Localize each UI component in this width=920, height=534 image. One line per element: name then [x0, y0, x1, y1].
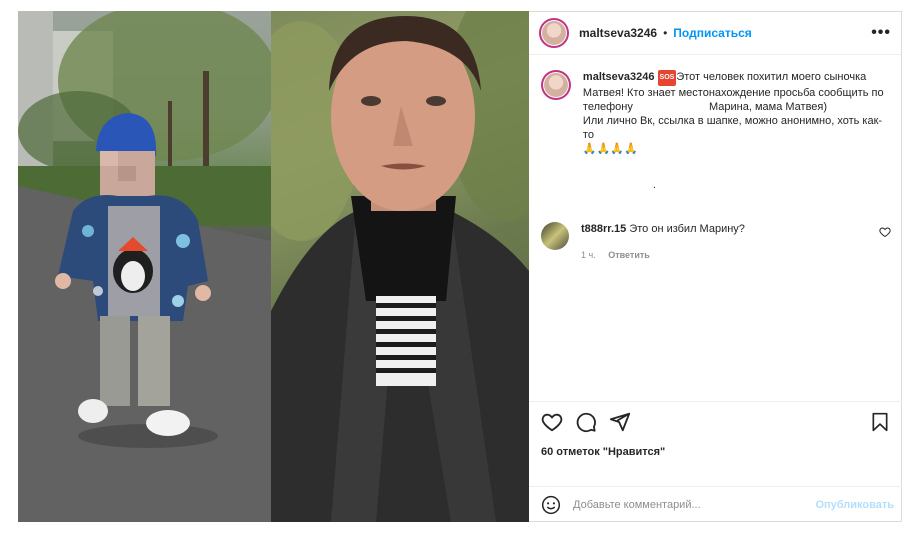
action-icons	[541, 410, 890, 434]
caption-avatar[interactable]	[541, 70, 571, 100]
add-comment-bar: Опубликовать	[529, 486, 902, 523]
comment-text: Это он избил Марину?	[629, 223, 745, 235]
child-photo	[18, 11, 271, 522]
post-image[interactable]	[18, 11, 529, 522]
post-actions: 60 отметок "Нравится"	[529, 401, 902, 473]
post-caption: maltseva3246 SOS Этот человек похитил мое…	[541, 70, 890, 192]
redacted-phone	[635, 100, 706, 110]
commenter-avatar[interactable]	[541, 222, 569, 250]
publish-button[interactable]: Опубликовать	[815, 499, 894, 511]
caption-line-2: Марина, мама Матвея)	[709, 101, 828, 113]
commenter-username[interactable]: t888rr.15	[581, 223, 626, 235]
comment-item: t888rr.15 Это он избил Марину? 1 ч. Отве…	[541, 222, 891, 262]
post-sidebar: maltseva3246 • Подписаться ••• maltseva3…	[529, 11, 902, 522]
share-icon[interactable]	[609, 411, 631, 433]
child-photo-illustration	[18, 11, 271, 522]
sos-emoji-icon: SOS	[657, 70, 677, 86]
author-avatar[interactable]	[539, 18, 569, 48]
caption-trailing: .	[652, 179, 656, 191]
comment-icon[interactable]	[575, 411, 597, 433]
bookmark-icon[interactable]	[870, 412, 890, 432]
caption-text: maltseva3246 SOS Этот человек похитил мое…	[583, 70, 890, 192]
man-photo-illustration	[271, 11, 529, 522]
post-header: maltseva3246 • Подписаться •••	[529, 12, 901, 55]
heart-icon[interactable]	[541, 411, 563, 433]
author-username[interactable]: maltseva3246	[579, 26, 657, 40]
small-heart-icon[interactable]	[879, 226, 891, 238]
comment-body: t888rr.15 Это он избил Марину? 1 ч. Отве…	[581, 222, 745, 262]
comments-section: maltseva3246 SOS Этот человек похитил мое…	[529, 56, 902, 401]
caption-line-3: Или лично Вк, ссылка в шапке, можно анон…	[582, 115, 883, 141]
header-separator: •	[663, 26, 668, 40]
more-options-icon[interactable]: •••	[871, 24, 891, 42]
likes-count[interactable]: 60 отметок "Нравится"	[541, 446, 890, 458]
emoji-icon[interactable]	[541, 495, 561, 515]
caption-username[interactable]: maltseva3246	[583, 71, 655, 83]
reply-button[interactable]: Ответить	[608, 250, 650, 260]
follow-button[interactable]: Подписаться	[673, 26, 751, 40]
comment-input[interactable]	[573, 499, 816, 511]
praying-hands-emoji: 🙏🙏🙏🙏	[582, 143, 638, 155]
comment-time[interactable]: 1 ч.	[581, 250, 596, 260]
comment-meta: 1 ч. Ответить	[581, 248, 745, 262]
man-photo	[271, 11, 529, 522]
